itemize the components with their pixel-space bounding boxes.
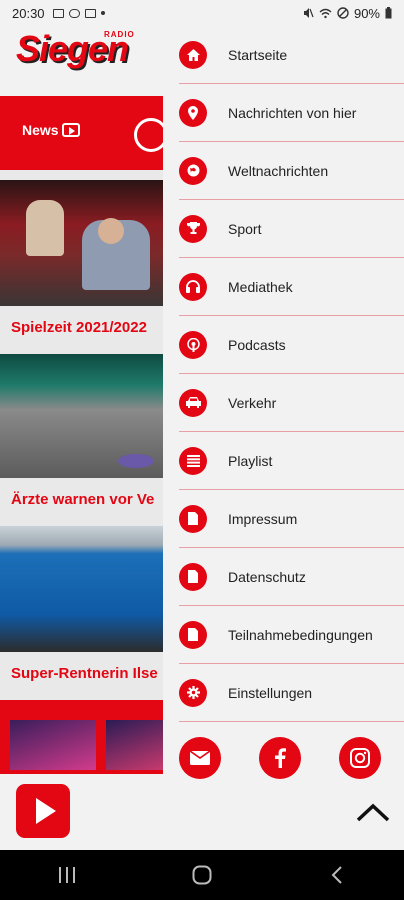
home-button[interactable] xyxy=(182,860,222,890)
document-icon xyxy=(179,504,207,533)
whatsapp-icon[interactable] xyxy=(134,118,163,152)
headphones-icon xyxy=(179,272,207,301)
menu-item-label: Einstellungen xyxy=(228,684,313,701)
menu-item-label: Impressum xyxy=(228,510,298,527)
menu-item-datenschutz[interactable]: Datenschutz xyxy=(179,548,404,606)
menu-item-einstellungen[interactable]: Einstellungen xyxy=(179,664,404,722)
play-icon xyxy=(61,123,80,137)
radio-logo[interactable]: Siegen xyxy=(16,28,129,70)
article-title: Super-Rentnerin Ilse xyxy=(0,652,163,700)
menu-item-weltnachrichten[interactable]: Weltnachrichten xyxy=(179,142,404,200)
article-image xyxy=(0,354,163,478)
menu-item-podcasts[interactable]: Podcasts xyxy=(179,316,404,374)
globe-icon xyxy=(179,156,207,185)
menu-item-sport[interactable]: Sport xyxy=(179,200,404,258)
menu-item-nachrichten-von-hier[interactable]: Nachrichten von hier xyxy=(179,84,404,142)
back-button[interactable] xyxy=(317,860,357,890)
article-card[interactable]: Super-Rentnerin Ilse xyxy=(0,526,163,700)
menu-item-verkehr[interactable]: Verkehr xyxy=(179,374,404,432)
document-icon xyxy=(179,620,207,649)
instagram-icon[interactable] xyxy=(339,737,381,779)
menu-item-label: Sport xyxy=(228,220,262,237)
article-title: Ärzte warnen vor Ve xyxy=(0,478,163,526)
logo-bar: RADIO Siegen xyxy=(0,26,163,96)
recent-apps-button[interactable] xyxy=(47,860,87,890)
background-app: RADIO Siegen News Spielzeit 2021/2022 Är… xyxy=(0,26,163,850)
menu-item-label: Startseite xyxy=(228,46,288,63)
status-bar: 20:30 90% xyxy=(0,0,404,26)
facebook-icon[interactable] xyxy=(259,737,301,779)
notification-icons xyxy=(52,8,105,18)
battery-percent: 90% xyxy=(353,5,380,21)
menu-item-label: Weltnachrichten xyxy=(228,162,329,179)
gallery-icon xyxy=(52,8,64,18)
menu-item-playlist[interactable]: Playlist xyxy=(179,432,404,490)
mute-icon xyxy=(303,8,314,18)
menu-item-label: Nachrichten von hier xyxy=(228,104,357,121)
status-time: 20:30 xyxy=(12,5,45,21)
menu-item-teilnahmebedingungen[interactable]: Teilnahmebedingungen xyxy=(179,606,404,664)
article-title: Spielzeit 2021/2022 xyxy=(0,306,163,354)
news-button[interactable]: News xyxy=(22,122,80,138)
home-icon xyxy=(179,40,207,69)
news-label: News xyxy=(22,122,59,138)
do-not-disturb-icon xyxy=(337,7,349,19)
email-icon[interactable] xyxy=(179,737,221,779)
channel-bar: News xyxy=(0,96,163,170)
article-image xyxy=(0,526,163,652)
menu-item-startseite[interactable]: Startseite xyxy=(179,26,404,84)
cloud-icon xyxy=(68,8,80,18)
podcast-thumbnail[interactable] xyxy=(105,720,163,770)
article-image xyxy=(0,180,163,306)
menu-item-mediathek[interactable]: Mediathek xyxy=(179,258,404,316)
menu-item-label: Datenschutz xyxy=(228,568,306,585)
chevron-up-icon[interactable] xyxy=(356,796,390,830)
menu-item-label: Verkehr xyxy=(228,394,277,411)
menu-item-impressum[interactable]: Impressum xyxy=(179,490,404,548)
wifi-icon xyxy=(319,8,332,18)
podcast-icon xyxy=(179,330,207,359)
menu-item-label: Playlist xyxy=(228,452,273,469)
car-icon xyxy=(179,388,207,417)
player-bar xyxy=(0,774,404,850)
battery-icon xyxy=(385,7,392,19)
menu-item-label: Mediathek xyxy=(228,278,293,295)
document-icon xyxy=(179,562,207,591)
trophy-icon xyxy=(179,214,207,243)
system-nav-bar xyxy=(0,850,404,900)
navigation-drawer: Startseite Nachrichten von hier Weltnach… xyxy=(163,26,404,779)
menu-item-label: Podcasts xyxy=(228,336,286,353)
article-card[interactable]: Ärzte warnen vor Ve xyxy=(0,354,163,526)
podcast-thumbnail[interactable] xyxy=(10,720,96,770)
article-card[interactable]: Spielzeit 2021/2022 xyxy=(0,180,163,354)
play-button[interactable] xyxy=(16,784,70,838)
cast-icon xyxy=(84,8,96,18)
menu-item-label: Teilnahmebedingungen xyxy=(228,626,373,643)
list-icon xyxy=(179,446,207,475)
location-pin-icon xyxy=(179,98,207,127)
more-notifications-icon xyxy=(100,11,105,15)
gear-icon xyxy=(179,678,207,707)
